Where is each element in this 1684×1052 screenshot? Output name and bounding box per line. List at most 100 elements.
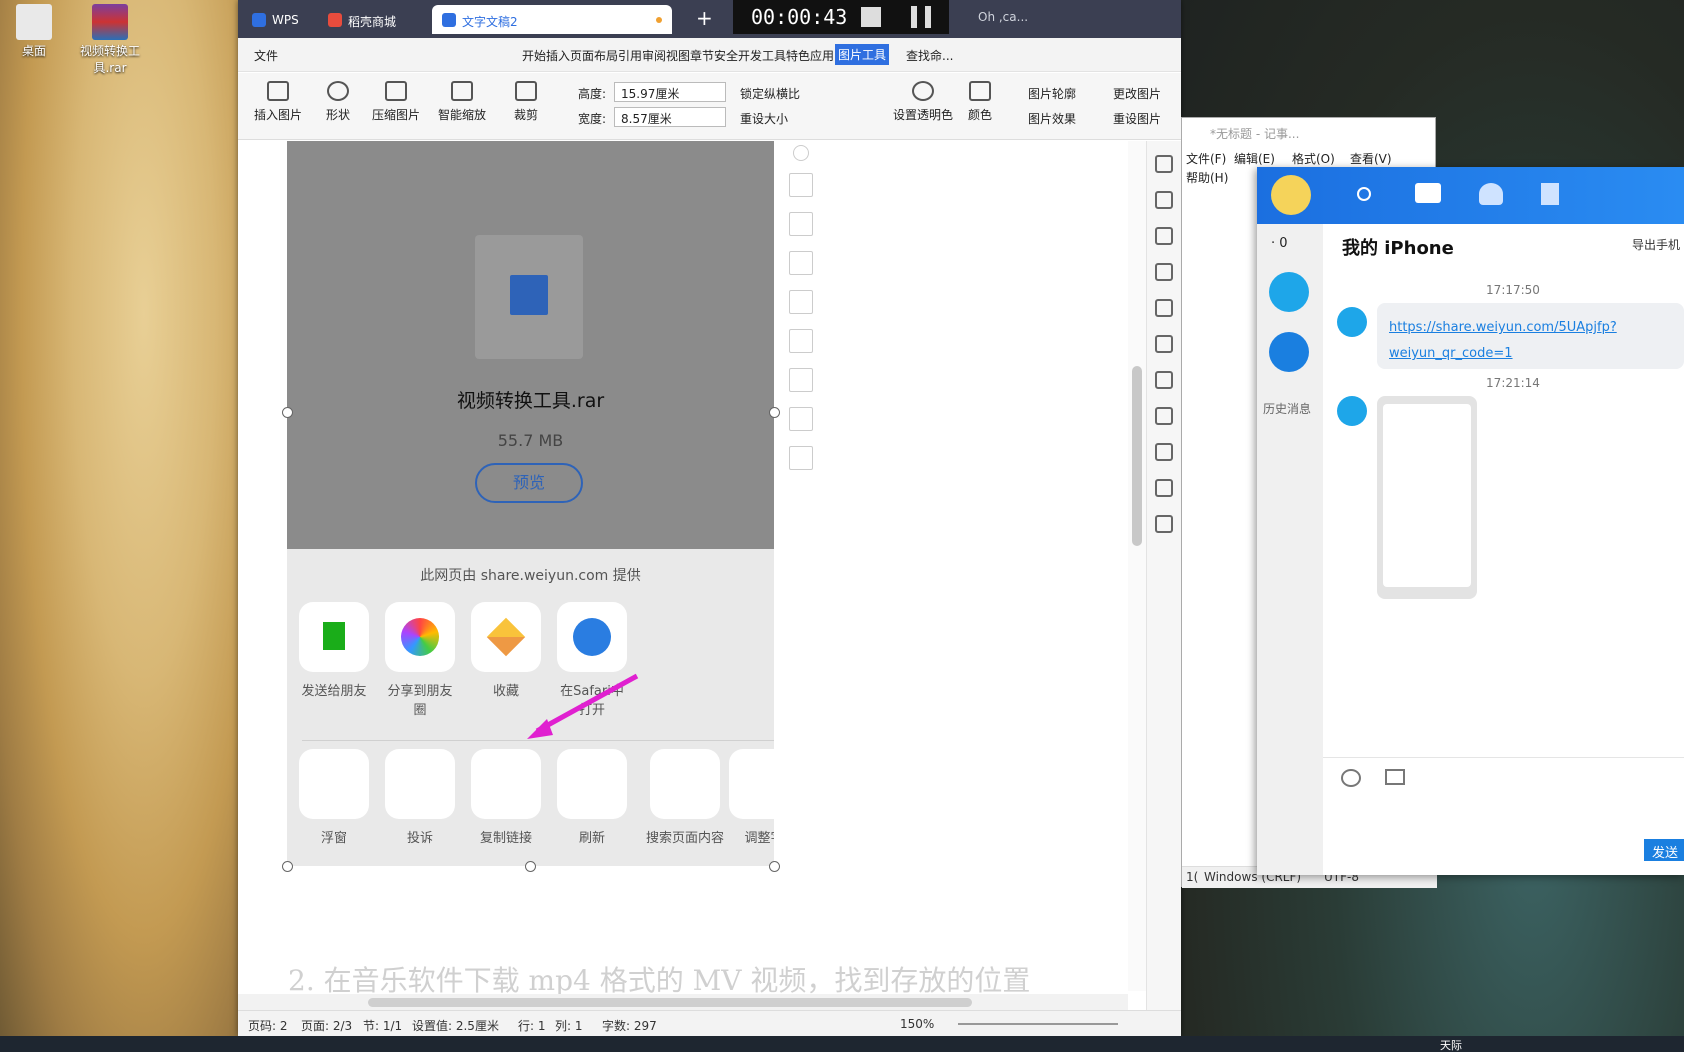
height-input[interactable]: 15.97厘米 xyxy=(614,82,726,102)
ocr-icon[interactable] xyxy=(789,368,813,392)
inserted-picture[interactable]: 视频转换工具.rar 55.7 MB 预览 此网页由 share.weiyun.… xyxy=(287,141,774,866)
message-link[interactable]: https://share.weiyun.com/5UApjfp? weiyun… xyxy=(1377,303,1684,369)
history-link[interactable]: 历史消息 xyxy=(1263,400,1311,417)
menu-reference[interactable]: 引用 xyxy=(618,47,642,64)
copy-icon[interactable] xyxy=(789,407,813,431)
scissors-icon[interactable] xyxy=(1341,769,1361,787)
settings-icon[interactable] xyxy=(1155,371,1173,389)
zoom-level[interactable]: 150% xyxy=(900,1017,934,1031)
action-search-page[interactable]: 搜索页面内容 xyxy=(642,749,728,846)
shapes-icon[interactable] xyxy=(1155,227,1173,245)
stop-icon[interactable] xyxy=(861,7,881,27)
menu-picture-tools[interactable]: 图片工具 xyxy=(835,44,890,65)
image-panel-icon[interactable] xyxy=(1155,407,1173,425)
menu-insert[interactable]: 插入 xyxy=(546,47,570,64)
edit-icon[interactable] xyxy=(1155,155,1173,173)
menu-special[interactable]: 特色应用 xyxy=(786,47,834,64)
lock-ratio-checkbox[interactable]: 锁定纵横比 xyxy=(740,85,800,102)
qq-avatar[interactable] xyxy=(1271,175,1311,215)
reset-size-button[interactable]: 重设大小 xyxy=(740,110,788,127)
search-icon[interactable] xyxy=(1357,187,1371,201)
horizontal-scrollbar[interactable] xyxy=(238,994,1128,1010)
image-edit-icon[interactable] xyxy=(789,446,813,470)
picture-effect-button[interactable]: 图片效果 xyxy=(1028,110,1076,127)
vertical-scrollbar[interactable] xyxy=(1128,141,1146,991)
color-button[interactable]: 颜色 xyxy=(960,81,1000,123)
style-icon[interactable] xyxy=(1155,263,1173,281)
menu-security[interactable]: 安全 xyxy=(714,47,738,64)
action-refresh[interactable]: 刷新 xyxy=(556,749,628,846)
export-button[interactable]: 导出手机 xyxy=(1632,236,1680,253)
friend-icon[interactable] xyxy=(1269,272,1309,312)
extract-icon[interactable] xyxy=(789,290,813,314)
link-line-1[interactable]: https://share.weiyun.com/5UApjfp? xyxy=(1389,315,1672,341)
phone-device-icon[interactable] xyxy=(1269,332,1309,372)
zoom-in-icon[interactable] xyxy=(789,212,813,236)
link-line-2[interactable]: weiyun_qr_code=1 xyxy=(1389,341,1672,367)
compress-button[interactable]: 压缩图片 xyxy=(368,81,424,123)
document-icon[interactable] xyxy=(1541,183,1559,205)
layout-icon[interactable] xyxy=(789,173,813,197)
action-font-size[interactable]: 调整字 xyxy=(728,749,774,846)
resize-handle-right[interactable] xyxy=(769,407,780,418)
action-copy-link[interactable]: 复制链接 xyxy=(470,749,542,846)
smart-zoom-button[interactable]: 智能缩放 xyxy=(434,81,490,123)
table-icon[interactable] xyxy=(1155,299,1173,317)
menu-devtools[interactable]: 开发工具 xyxy=(738,47,786,64)
notepad-menu-view[interactable]: 查看(V) xyxy=(1350,150,1392,167)
folder-icon[interactable] xyxy=(1385,769,1405,785)
shape-button[interactable]: 形状 xyxy=(318,81,358,123)
menu-chapter[interactable]: 章节 xyxy=(690,47,714,64)
menu-review[interactable]: 审阅 xyxy=(642,47,666,64)
desktop-icon-rar[interactable]: 视频转换工具.rar xyxy=(70,0,150,76)
app-moments[interactable]: 分享到朋友圈 xyxy=(384,602,456,718)
zoom-slider[interactable] xyxy=(958,1023,1118,1025)
resize-handle-bottom[interactable] xyxy=(525,861,536,872)
hscroll-thumb[interactable] xyxy=(368,998,972,1007)
app-send-friend[interactable]: 发送给朋友 xyxy=(298,602,370,699)
menu-file[interactable]: 文件 xyxy=(254,47,278,64)
menu-home[interactable]: 开始 xyxy=(522,47,546,64)
pause-icon[interactable] xyxy=(911,6,931,28)
share-panel-icon[interactable] xyxy=(1155,443,1173,461)
contacts-icon[interactable] xyxy=(1479,183,1503,205)
transparent-color-button[interactable]: 设置透明色 xyxy=(893,81,953,123)
notepad-menu-format[interactable]: 格式(O) xyxy=(1292,150,1335,167)
notepad-menu-file[interactable]: 文件(F) xyxy=(1186,150,1226,167)
menu-view[interactable]: 视图 xyxy=(666,47,690,64)
action-report[interactable]: 投诉 xyxy=(384,749,456,846)
preview-button[interactable]: 预览 xyxy=(475,463,583,503)
send-button[interactable]: 发送 xyxy=(1644,839,1684,861)
crop-tool-icon[interactable] xyxy=(789,251,813,275)
chat-icon[interactable] xyxy=(1415,183,1441,203)
desktop-icon-desktop[interactable]: 桌面 xyxy=(0,0,74,59)
crop-button[interactable]: 裁剪 xyxy=(508,81,544,123)
history-icon[interactable] xyxy=(1155,479,1173,497)
scroll-thumb[interactable] xyxy=(1132,366,1142,546)
qq-check-badge[interactable]: · 0 xyxy=(1271,236,1288,251)
account-name[interactable]: Oh ,ca... xyxy=(978,10,1028,24)
reset-picture-button[interactable]: 重设图片 xyxy=(1113,110,1161,127)
help-icon[interactable] xyxy=(1155,515,1173,533)
insert-picture-button[interactable]: 插入图片 xyxy=(250,81,306,123)
cursor-icon[interactable] xyxy=(1155,191,1173,209)
message-image[interactable] xyxy=(1377,396,1477,599)
new-tab-button[interactable]: + xyxy=(696,6,713,30)
search-command[interactable]: 查找命... xyxy=(906,47,953,64)
tab-store[interactable]: 稻壳商城 xyxy=(318,5,424,34)
action-float[interactable]: 浮窗 xyxy=(298,749,370,846)
notepad-menu-edit[interactable]: 编辑(E) xyxy=(1234,150,1275,167)
picture-outline-button[interactable]: 图片轮廓 xyxy=(1028,85,1076,102)
tab-wps[interactable]: WPS xyxy=(242,5,310,34)
resize-handle-bottom-left[interactable] xyxy=(282,861,293,872)
notepad-menu-help[interactable]: 帮助(H) xyxy=(1186,169,1228,186)
grid-icon[interactable] xyxy=(1155,335,1173,353)
width-input[interactable]: 8.57厘米 xyxy=(614,107,726,127)
collapse-icon[interactable] xyxy=(793,145,809,161)
change-picture-button[interactable]: 更改图片 xyxy=(1113,85,1161,102)
document-paragraph[interactable]: 2. 在音乐软件下载 mp4 格式的 MV 视频，找到存放的位置 xyxy=(288,959,1030,999)
resize-handle-bottom-right[interactable] xyxy=(769,861,780,872)
resize-handle-left[interactable] xyxy=(282,407,293,418)
tab-document[interactable]: 文字文稿2 xyxy=(432,5,672,34)
menu-layout[interactable]: 页面布局 xyxy=(570,47,618,64)
